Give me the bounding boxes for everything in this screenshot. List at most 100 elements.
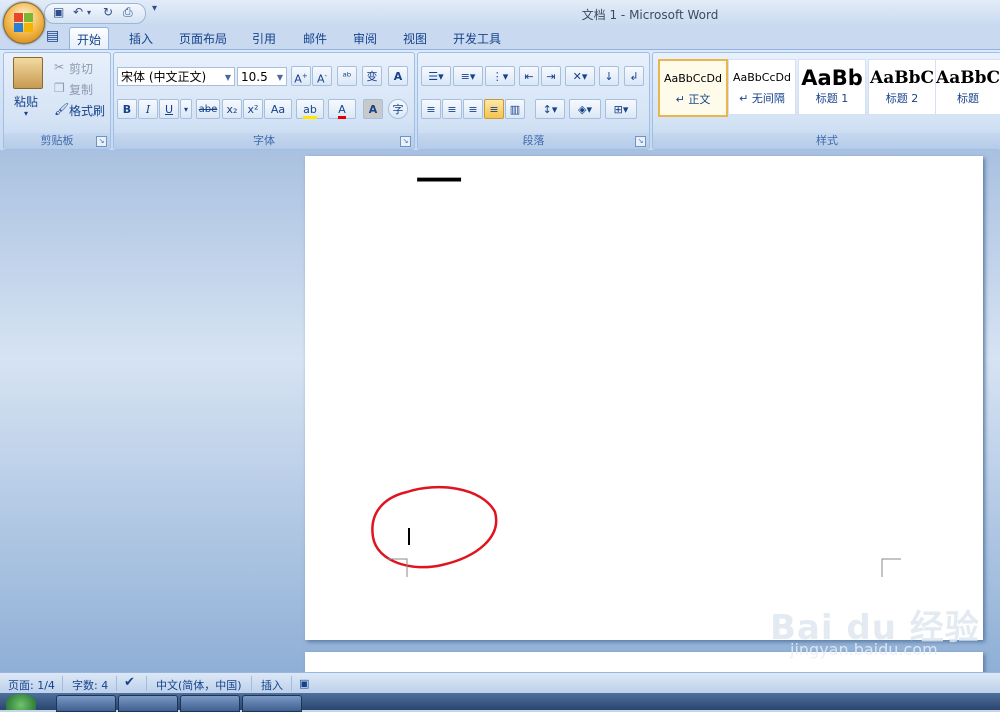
paste-icon[interactable] xyxy=(13,57,43,89)
style-no-spacing[interactable]: AaBbCcDd ↵ 无间隔 xyxy=(728,59,796,115)
underline-button[interactable]: U xyxy=(159,99,179,119)
phonetic-guide-icon[interactable]: 变 xyxy=(362,66,382,86)
font-name-combo[interactable]: 宋体 (中文正文) ▼ xyxy=(117,67,235,86)
cut-button[interactable]: 剪切 xyxy=(69,60,93,77)
styles-group-label: 样式 xyxy=(653,133,1000,149)
paragraph-launcher-icon[interactable]: ↘ xyxy=(635,136,646,147)
decrease-indent-icon[interactable]: ⇤ xyxy=(519,66,539,86)
taskbar-paint[interactable] xyxy=(242,695,302,712)
chinese-layout-icon[interactable]: ✕▾ xyxy=(565,66,595,86)
format-painter-button[interactable]: 格式刷 xyxy=(69,102,105,119)
taskbar xyxy=(0,693,1000,712)
paste-button[interactable]: 粘贴 xyxy=(14,93,38,110)
multilevel-list-icon[interactable]: ⋮▾ xyxy=(485,66,515,86)
document-icon: ▤ xyxy=(46,28,60,44)
copy-button[interactable]: 复制 xyxy=(69,81,93,98)
align-left-icon[interactable]: ≡ xyxy=(421,99,441,119)
style-name: ↵ 正文 xyxy=(675,93,711,106)
taskbar-explorer[interactable] xyxy=(180,695,240,712)
font-color-icon[interactable]: A xyxy=(328,99,356,119)
character-shading-icon[interactable]: A xyxy=(363,99,383,119)
macro-record-icon[interactable]: ▣ xyxy=(299,677,309,690)
style-sample: AaBb xyxy=(801,66,863,90)
style-sample: AaBbCcDd xyxy=(733,71,791,84)
text-cursor xyxy=(408,528,410,545)
clipboard-group-label: 剪贴板 xyxy=(4,133,110,149)
office-button[interactable] xyxy=(3,2,45,44)
style-normal[interactable]: AaBbCcDd ↵ 正文 xyxy=(658,59,728,117)
paste-dropdown-icon[interactable]: ▾ xyxy=(24,109,28,118)
underline-dropdown-icon[interactable]: ▾ xyxy=(180,99,192,119)
sort-icon[interactable]: ↓ xyxy=(599,66,619,86)
taskbar-media-player[interactable] xyxy=(56,695,116,712)
character-border-icon[interactable]: A xyxy=(388,66,408,86)
title-bar: 文档 1 - Microsoft Word xyxy=(0,0,1000,26)
office-logo-icon xyxy=(14,13,34,33)
document-page[interactable]: 一 xyxy=(305,156,983,640)
bold-button[interactable]: B xyxy=(117,99,137,119)
insert-mode-indicator[interactable]: 插入 xyxy=(261,677,283,693)
subscript-button[interactable]: x₂ xyxy=(222,99,242,119)
ribbon: 粘贴 ▾ ✂ 剪切 ❐ 复制 🖌 格式刷 剪贴板 ↘ 宋体 (中文正文) ▼ 10… xyxy=(0,49,1000,151)
save-icon[interactable]: ▣ xyxy=(53,5,64,19)
tab-review[interactable]: 审阅 xyxy=(353,30,377,47)
chevron-down-icon: ▼ xyxy=(224,73,231,82)
margin-corner-left-icon xyxy=(388,558,408,577)
taskbar-word[interactable] xyxy=(118,695,178,712)
enclose-characters-icon[interactable]: 字 xyxy=(388,99,408,119)
justify-icon[interactable]: ≡ xyxy=(484,99,504,119)
language-indicator[interactable]: 中文(简体，中国) xyxy=(156,677,242,693)
undo-dropdown-icon[interactable]: ▾ xyxy=(87,8,91,17)
grow-font-button[interactable]: A+ xyxy=(291,66,311,86)
undo-icon[interactable]: ↶ xyxy=(73,5,83,19)
numbering-icon[interactable]: ≡▾ xyxy=(453,66,483,86)
print-preview-icon[interactable]: ⎙ xyxy=(123,5,133,20)
style-name: ↵ 无间隔 xyxy=(739,92,785,105)
distributed-icon[interactable]: ▥ xyxy=(505,99,525,119)
tab-page-layout[interactable]: 页面布局 xyxy=(179,30,227,47)
font-group-label: 字体 xyxy=(114,133,414,149)
italic-button[interactable]: I xyxy=(138,99,158,119)
baidu-watermark-url: jingyan.baidu.com xyxy=(790,640,938,659)
shrink-font-button[interactable]: A- xyxy=(312,66,332,86)
customize-qat-icon[interactable]: ▾ xyxy=(152,3,157,14)
highlight-icon[interactable]: ab xyxy=(296,99,324,119)
align-right-icon[interactable]: ≡ xyxy=(463,99,483,119)
style-name: 标题 xyxy=(957,92,979,105)
chevron-down-icon: ▼ xyxy=(276,73,283,82)
superscript-button[interactable]: x² xyxy=(243,99,263,119)
increase-indent-icon[interactable]: ⇥ xyxy=(541,66,561,86)
style-heading-2[interactable]: AaBbC 标题 2 xyxy=(868,59,936,115)
start-button[interactable] xyxy=(6,694,36,710)
borders-icon[interactable]: ⊞▾ xyxy=(605,99,637,119)
page-count[interactable]: 页面: 1/4 xyxy=(8,677,55,693)
show-marks-icon[interactable]: ↲ xyxy=(624,66,644,86)
strikethrough-button[interactable]: abe xyxy=(196,99,220,119)
quick-access-toolbar: ▣ ↶ ▾ ↻ ⎙ xyxy=(44,3,146,24)
tab-mailings[interactable]: 邮件 xyxy=(303,30,327,47)
font-launcher-icon[interactable]: ↘ xyxy=(400,136,411,147)
font-size-combo[interactable]: 10.5 ▼ xyxy=(237,67,287,86)
align-center-icon[interactable]: ≡ xyxy=(442,99,462,119)
word-count[interactable]: 字数: 4 xyxy=(72,677,108,693)
styles-group: AaBbCcDd ↵ 正文 AaBbCcDd ↵ 无间隔 AaBb 标题 1 A… xyxy=(652,52,1000,150)
tab-view[interactable]: 视图 xyxy=(403,30,427,47)
shading-icon[interactable]: ◈▾ xyxy=(569,99,601,119)
tab-references[interactable]: 引用 xyxy=(252,30,276,47)
redo-icon[interactable]: ↻ xyxy=(103,5,113,19)
format-painter-icon: 🖌 xyxy=(54,102,70,116)
tab-developer[interactable]: 开发工具 xyxy=(453,30,501,47)
clear-format-icon[interactable]: ᵃᵇ xyxy=(337,66,357,86)
tab-insert[interactable]: 插入 xyxy=(129,30,153,47)
clipboard-launcher-icon[interactable]: ↘ xyxy=(96,136,107,147)
cut-icon: ✂ xyxy=(54,60,65,74)
proofing-icon[interactable]: ✔ xyxy=(124,675,135,690)
style-sample: AaBbC xyxy=(936,68,1000,88)
bullets-icon[interactable]: ☰▾ xyxy=(421,66,451,86)
line-spacing-icon[interactable]: ↕▾ xyxy=(535,99,565,119)
font-size-value: 10.5 xyxy=(241,70,268,84)
style-heading-1[interactable]: AaBb 标题 1 xyxy=(798,59,866,115)
style-title[interactable]: AaBbC 标题 xyxy=(935,59,1000,115)
change-case-button[interactable]: Aa xyxy=(264,99,292,119)
status-bar: 页面: 1/4 字数: 4 ✔ 中文(简体，中国) 插入 ▣ xyxy=(0,672,1000,694)
